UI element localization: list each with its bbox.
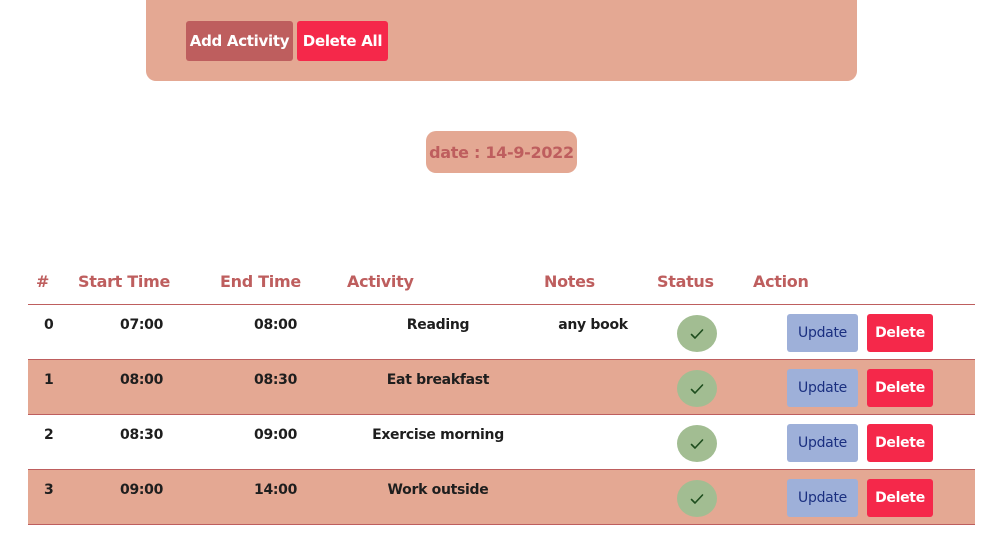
row-activity: Work outside [387,482,489,498]
row-start-time: 07:00 [120,317,164,333]
table-row: 1 08:00 08:30 Eat breakfast Update Delet… [28,360,975,415]
header-notes: Notes [544,272,595,291]
header-activity: Activity [347,272,414,291]
date-badge: date : 14-9-2022 [426,131,577,173]
row-start-time: 09:00 [120,482,164,498]
delete-button[interactable]: Delete [867,369,933,407]
delete-button[interactable]: Delete [867,479,933,517]
row-index: 3 [44,482,54,498]
update-button[interactable]: Update [787,479,858,517]
header-action: Action [753,272,809,291]
row-end-time: 09:00 [254,427,298,443]
top-panel: Add Activity Delete All [146,0,857,81]
delete-button[interactable]: Delete [867,424,933,462]
delete-button[interactable]: Delete [867,314,933,352]
row-activity: Reading [406,317,470,333]
row-index: 2 [44,427,54,443]
row-index: 0 [44,317,54,333]
header-status: Status [657,272,714,291]
header-start-time: Start Time [78,272,171,291]
status-toggle[interactable] [677,425,717,462]
table-body: 0 07:00 08:00 Reading any book Update De… [28,305,975,525]
table-row: 3 09:00 14:00 Work outside Update Delete [28,470,975,525]
status-toggle[interactable] [677,480,717,517]
check-icon [690,438,704,449]
update-button[interactable]: Update [787,314,858,352]
delete-all-button[interactable]: Delete All [297,21,388,61]
row-activity: Eat breakfast [386,372,490,388]
row-end-time: 08:30 [254,372,298,388]
row-notes: any book [558,317,628,333]
check-icon [690,383,704,394]
status-toggle[interactable] [677,315,717,352]
update-button[interactable]: Update [787,369,858,407]
check-icon [690,328,704,339]
header-index: # [36,272,50,291]
row-start-time: 08:30 [120,427,164,443]
check-icon [690,493,704,504]
status-toggle[interactable] [677,370,717,407]
row-index: 1 [44,372,54,388]
table-row: 0 07:00 08:00 Reading any book Update De… [28,305,975,360]
table-row: 2 08:30 09:00 Exercise morning Update De… [28,415,975,470]
row-start-time: 08:00 [120,372,164,388]
row-end-time: 08:00 [254,317,298,333]
update-button[interactable]: Update [787,424,858,462]
row-activity: Exercise morning [372,427,504,443]
table-header: # Start Time End Time Activity Notes Sta… [28,264,975,305]
activity-table: # Start Time End Time Activity Notes Sta… [28,264,975,525]
header-end-time: End Time [220,272,301,291]
add-activity-button[interactable]: Add Activity [186,21,293,61]
row-end-time: 14:00 [254,482,298,498]
